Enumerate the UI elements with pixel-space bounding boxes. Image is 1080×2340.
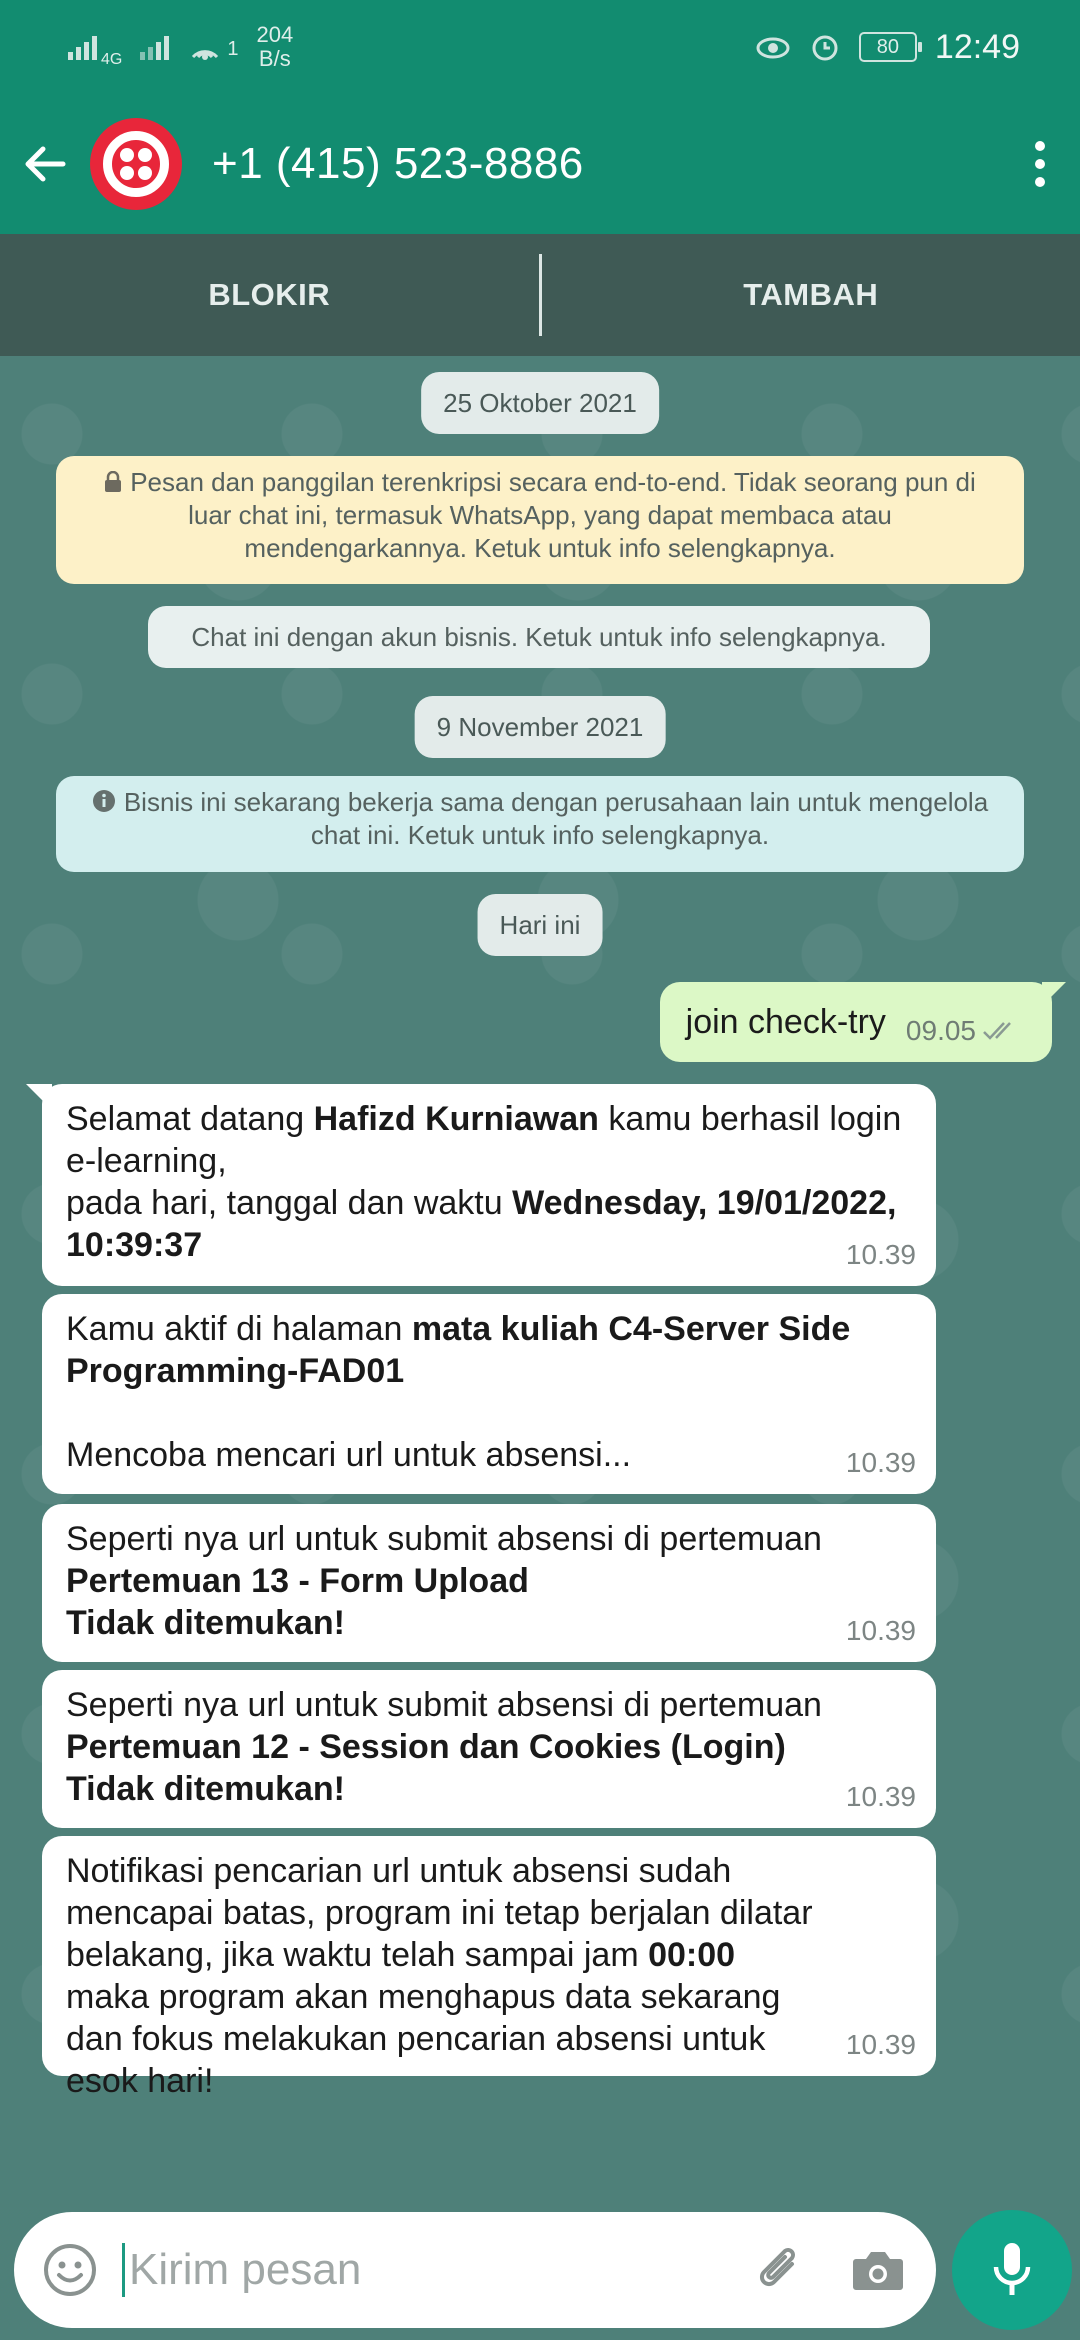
incoming-message[interactable]: Selamat datang Hafizd Kurniawan kamu ber… (26, 1084, 936, 1286)
sim-indicator: 1 (227, 38, 239, 60)
camera-icon (853, 2252, 903, 2290)
wifi-hotspot-icon (192, 50, 219, 60)
block-add-bar: BLOKIR TAMBAH (0, 234, 1080, 356)
cell-signal-icon (68, 34, 97, 60)
logo-dot (138, 148, 152, 162)
message-text: Seperti nya url untuk submit absensi di … (66, 1520, 822, 1558)
speed-value: 204 (256, 22, 294, 47)
back-arrow-icon (25, 146, 66, 182)
message-composer: Kirim pesan (14, 2212, 936, 2328)
network-speed: 204 B/s (256, 23, 293, 71)
add-contact-button[interactable]: TAMBAH (542, 277, 1080, 313)
date-chip: 25 Oktober 2021 (421, 372, 659, 434)
twilio-logo (103, 131, 169, 197)
signal-bar (156, 42, 162, 60)
text-cursor (122, 2243, 125, 2297)
message-bold-text: Tidak ditemukan! (66, 1604, 345, 1642)
logo-dot (138, 166, 152, 180)
message-time: 09.05 (906, 1015, 1024, 1047)
message-time: 10.39 (845, 1615, 916, 1646)
message-bold-text: Pertemuan 13 - Form Upload (66, 1562, 529, 1600)
message-time-text: 09.05 (905, 1015, 976, 1046)
signal-bar (140, 52, 146, 60)
message-time: 10.39 (845, 2029, 916, 2060)
message-bold-text: Hafizd Kurniawan (313, 1100, 599, 1138)
voice-record-button[interactable] (952, 2210, 1072, 2330)
message-text: join check-try (685, 1002, 886, 1041)
status-right: 80 12:49 (755, 28, 1020, 67)
signal-bar (148, 47, 154, 60)
status-bar: 4G 1 204 B/s 80 12:49 (0, 0, 1080, 94)
mic-icon (993, 2243, 1031, 2295)
alarm-icon (812, 35, 838, 61)
lock-icon (105, 471, 122, 492)
logo-dot (120, 148, 134, 162)
chat-area[interactable]: 25 Oktober 2021 Pesan dan panggilan tere… (0, 356, 1080, 2206)
incoming-message[interactable]: Seperti nya url untuk submit absensi di … (42, 1670, 936, 1828)
signal-bar (76, 47, 81, 60)
message-text: Mencoba mencari url untuk absensi... (66, 1436, 632, 1474)
clock: 12:49 (934, 27, 1020, 66)
cell-signal-2-icon (140, 34, 170, 60)
more-vert-icon (1035, 141, 1045, 151)
message-bold-text: Pertemuan 12 - Session dan Cookies (Logi… (66, 1728, 786, 1766)
status-left: 4G 1 204 B/s (68, 22, 293, 72)
message-bold-text: 00:00 (648, 1936, 736, 1974)
signal-bar (92, 36, 97, 60)
message-time: 10.39 (845, 1447, 916, 1478)
message-time: 10.39 (845, 1239, 916, 1270)
contact-name[interactable]: +1 (415) 523-8886 (212, 139, 1020, 189)
message-text: pada hari, tanggal dan waktu (66, 1184, 513, 1222)
battery-icon: 80 (858, 32, 922, 62)
business-notice[interactable]: Chat ini dengan akun bisnis. Ketuk untuk… (148, 606, 930, 668)
date-chip: Hari ini (477, 894, 603, 956)
info-icon (92, 790, 115, 812)
signal-bar (84, 42, 89, 60)
message-input[interactable]: Kirim pesan (129, 2245, 750, 2295)
avatar[interactable] (90, 118, 182, 210)
more-options-button[interactable] (1020, 134, 1060, 194)
partner-notice[interactable]: Bisnis ini sekarang bekerja sama dengan … (56, 776, 1024, 872)
attach-icon (759, 2248, 795, 2287)
emoji-icon[interactable] (42, 2242, 98, 2298)
message-text: Selamat datang (66, 1100, 314, 1138)
incoming-message[interactable]: Notifikasi pencarian url untuk absensi s… (42, 1836, 936, 2100)
eye-comfort-icon (756, 37, 790, 59)
message-text: Seperti nya url untuk submit absensi di … (66, 1686, 822, 1724)
attach-button[interactable] (750, 2240, 810, 2300)
message-time: 10.39 (845, 1781, 916, 1812)
double-check-icon (983, 1022, 1011, 1040)
message-text: Kamu aktif di halaman (66, 1310, 412, 1348)
back-button[interactable] (20, 139, 70, 189)
incoming-message[interactable]: Seperti nya url untuk submit absensi di … (42, 1504, 936, 1662)
message-bold-text: Tidak ditemukan! (66, 1770, 345, 1808)
camera-button[interactable] (848, 2240, 908, 2300)
signal-bar (68, 52, 73, 60)
logo-dot (120, 166, 134, 180)
signal-bar (164, 36, 170, 60)
network-type: 4G (101, 51, 123, 68)
date-chip: 9 November 2021 (414, 696, 666, 758)
incoming-message[interactable]: Kamu aktif di halaman mata kuliah C4-Ser… (42, 1294, 936, 1494)
more-vert-icon (1035, 177, 1045, 187)
message-text: maka program akan menghapus data sekaran… (66, 1978, 781, 2100)
more-vert-icon (1035, 159, 1045, 169)
block-button[interactable]: BLOKIR (0, 277, 539, 313)
outgoing-message[interactable]: join check-try 09.05 (659, 982, 1067, 1062)
chat-header: +1 (415) 523-8886 (0, 94, 1080, 234)
encryption-notice-text: Pesan dan panggilan terenkripsi secara e… (130, 467, 976, 563)
partner-notice-text: Bisnis ini sekarang bekerja sama dengan … (123, 787, 989, 850)
encryption-notice[interactable]: Pesan dan panggilan terenkripsi secara e… (56, 456, 1024, 584)
speed-unit: B/s (258, 46, 291, 71)
